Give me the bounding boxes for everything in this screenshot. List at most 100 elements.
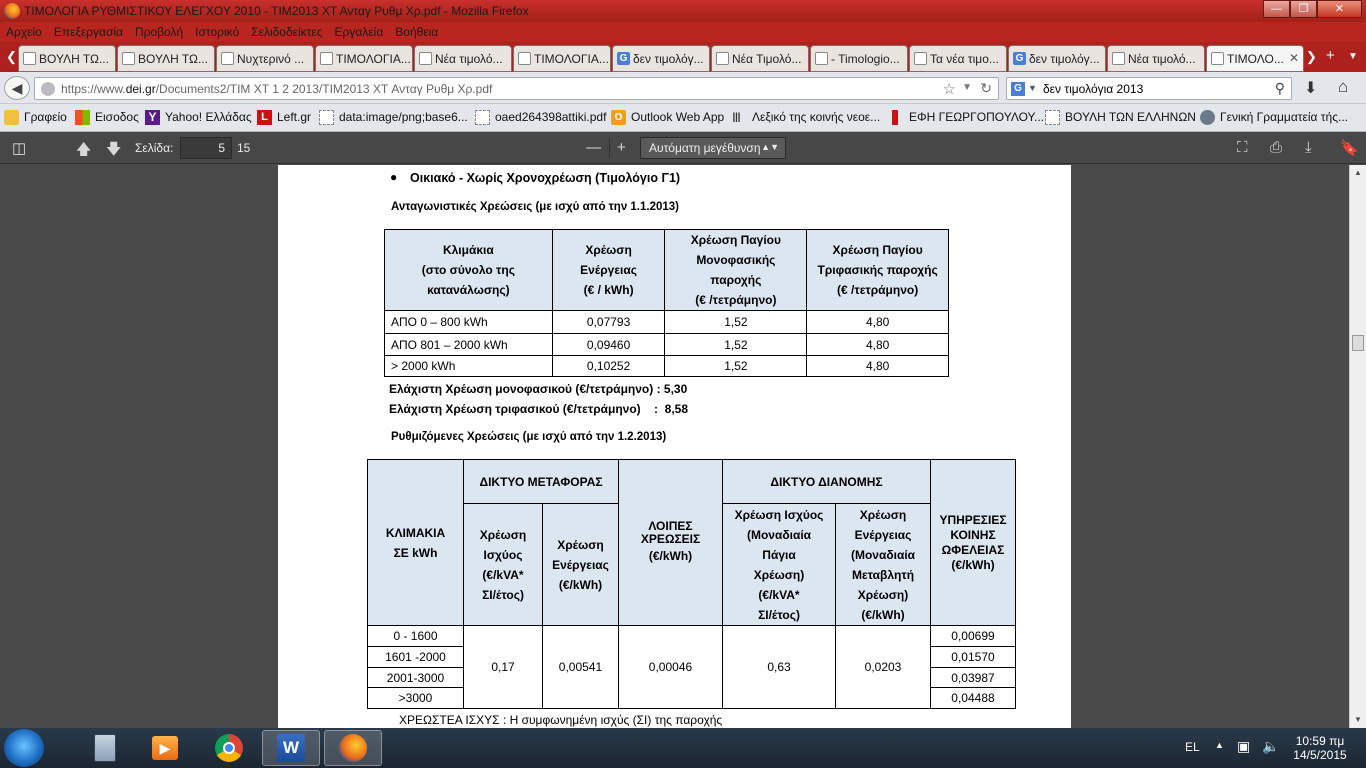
bookmark-item[interactable]: Γενική Γραμματεία τής... <box>1200 110 1348 125</box>
tab[interactable]: ΤΙΜΟΛΟΓΙΑ... <box>513 45 611 72</box>
tab[interactable]: ΒΟΥΛΗ ΤΩ... <box>117 45 215 72</box>
firefox-taskbar-icon[interactable] <box>324 730 382 766</box>
network-icon[interactable]: ▣ <box>1237 738 1250 755</box>
tab-scroll-right-icon[interactable]: ❯ <box>1306 49 1317 65</box>
tab[interactable]: Νέα τιμολό... <box>414 45 512 72</box>
url-bar[interactable]: https://www.dei.gr/Documents2/TIM XT 1 2… <box>34 77 999 100</box>
search-engine-dropdown-icon[interactable]: ▼ <box>1028 83 1037 93</box>
menu-help[interactable]: Βοήθεια <box>389 25 444 39</box>
page-number-input[interactable]: 5 <box>180 137 232 159</box>
tab[interactable]: - Timologio... <box>810 45 908 72</box>
vertical-scrollbar[interactable]: ▲ ▼ <box>1349 165 1366 728</box>
toolbar-separator <box>609 138 610 158</box>
word-icon[interactable]: W <box>262 730 320 766</box>
bookmark-label: Εισοδος <box>95 110 139 124</box>
bookmark-item[interactable]: Γραφείο <box>4 110 67 125</box>
volume-icon[interactable]: 🔈 <box>1262 738 1279 755</box>
bookmark-item[interactable]: Εισοδος <box>75 110 139 125</box>
chrome-icon[interactable] <box>200 730 258 766</box>
reload-icon[interactable]: ↻ <box>980 80 992 97</box>
download-icon[interactable]: ⤓ <box>1305 139 1312 156</box>
menu-tools[interactable]: Εργαλεία <box>329 25 390 39</box>
menu-file[interactable]: Αρχείο <box>0 25 48 39</box>
history-dropdown-icon[interactable]: ▼ <box>962 82 972 93</box>
zoom-in-icon[interactable]: + <box>617 139 626 156</box>
page-icon <box>319 110 334 125</box>
header-cell: ΥΠΗΡΕΣΙΕΣ ΚΟΙΝΗΣ ΩΦΕΛΕΙΑΣ (€/kWh) <box>930 459 1016 626</box>
section-competitive-title: Ανταγωνιστικές Χρεώσεις (με ισχύ από την… <box>391 201 680 213</box>
page-icon <box>716 52 729 65</box>
table-cell: 0,03987 <box>930 667 1016 688</box>
menu-history[interactable]: Ιστορικό <box>189 25 245 39</box>
close-button[interactable]: ✕ <box>1317 0 1362 18</box>
search-icon[interactable]: ⚲ <box>1275 80 1285 97</box>
show-hidden-icons[interactable]: ▲ <box>1215 740 1224 750</box>
page-icon <box>1112 52 1125 65</box>
back-button[interactable]: ◀ <box>4 76 30 100</box>
table-cell: 0,00046 <box>618 625 723 709</box>
language-indicator[interactable]: EL <box>1185 740 1200 754</box>
home-icon[interactable]: ⌂ <box>1338 77 1348 97</box>
competitive-charges-table: Κλιμάκια (στο σύνολο της κατανάλωσης) Χρέω… <box>384 229 949 377</box>
site-identity-icon[interactable] <box>41 82 55 96</box>
folder-icon <box>4 110 19 125</box>
url-text[interactable]: https://www.dei.gr/Documents2/TIM XT 1 2… <box>61 82 492 96</box>
tab-label: Νέα Τιμολό... <box>732 52 802 66</box>
clock[interactable]: 10:59 πμ 14/5/2015 <box>1285 734 1355 762</box>
start-button[interactable] <box>4 729 44 767</box>
new-tab-icon[interactable]: + <box>1326 47 1335 64</box>
page-icon <box>815 52 828 65</box>
tab[interactable]: Νέα Τιμολό... <box>711 45 809 72</box>
menu-bookmarks[interactable]: Σελιδοδείκτες <box>245 25 328 39</box>
tab[interactable]: Gδεν τιμολόγ... <box>1008 45 1106 72</box>
menu-edit[interactable]: Επεξεργασία <box>48 25 129 39</box>
title-bar: ΤΙΜΟΛΟΓΙΑ ΡΥΘΜΙΣΤΙΚΟΥ ΕΛΕΓΧΟΥ 2010 - ΤΙΜ… <box>0 0 1366 22</box>
header-cell: Χρέωση Ισχύος (€/kVA* ΣΙ/έτος) <box>463 503 543 626</box>
table-cell: 0,17 <box>463 625 543 709</box>
tab-list-icon[interactable]: ▼ <box>1348 51 1358 62</box>
bookmark-item[interactable]: ΒΟΥΛΗ ΤΩΝ ΕΛΛΗΝΩΝ <box>1045 110 1196 125</box>
tab-active[interactable]: ΤΙΜΟΛΟ... ✕ <box>1206 45 1304 72</box>
media-player-icon[interactable]: ▶ <box>136 730 194 766</box>
menu-view[interactable]: Προβολή <box>129 25 189 39</box>
tab-close-icon[interactable]: ✕ <box>1289 51 1299 65</box>
pdf-viewer[interactable]: ● Οικιακό - Χωρίς Χρονοχρέωση (Τιμολόγιο… <box>0 165 1349 728</box>
header-cell: Χρέωση Ενέργειας (€ / kWh) <box>551 229 666 311</box>
fullscreen-icon[interactable]: ⛶ <box>1237 139 1248 156</box>
tab[interactable]: Νέα τιμολό... <box>1107 45 1205 72</box>
bookmark-item[interactable]: Ⅲ Λεξικό της κοινής νεοε... <box>732 110 880 125</box>
bookmark-icon[interactable]: 🔖 <box>1340 139 1359 157</box>
bookmark-item[interactable]: oaed264398attiki.pdf <box>475 110 606 125</box>
header-cell: ΛΟΙΠΕΣ ΧΡΕΩΣΕΙΣ (€/kWh) <box>618 459 723 626</box>
next-page-icon[interactable]: 🡇 <box>106 139 121 164</box>
bookmark-star-icon[interactable]: ☆ <box>943 80 956 98</box>
minimize-button[interactable]: — <box>1263 0 1290 18</box>
bookmark-item[interactable]: L Left.gr <box>257 110 311 125</box>
tab[interactable]: ΤΙΜΟΛΟΓΙΑ... <box>315 45 413 72</box>
sidebar-toggle-icon[interactable]: ◫ <box>12 139 26 157</box>
calculator-icon[interactable] <box>76 730 134 766</box>
bookmark-item[interactable]: data:image/png;base6... <box>319 110 468 125</box>
bookmark-item[interactable]: Y Yahoo! Ελλάδας <box>145 110 252 125</box>
footnote: ΧΡΕΩΣΤΕΑ ΙΣΧΥΣ : Η συμφωνημένη ισχύς (ΣΙ… <box>399 713 723 727</box>
google-icon[interactable]: G <box>1011 82 1025 96</box>
bookmark-item[interactable]: ΕΦΗ ΓΕΩΡΓΟΠΟΥΛΟΥ... <box>889 110 1044 125</box>
zoom-out-icon[interactable]: — <box>586 139 601 156</box>
zoom-select[interactable]: Αυτόματη μεγέθυνση ▲▼ <box>640 137 786 159</box>
maximize-button[interactable]: ❐ <box>1290 0 1317 18</box>
bookmark-item[interactable]: O Outlook Web App <box>611 110 724 125</box>
previous-page-icon[interactable]: 🡅 <box>76 139 91 164</box>
scroll-down-icon[interactable]: ▼ <box>1354 715 1362 724</box>
download-icon[interactable]: ⬇ <box>1304 78 1317 98</box>
search-input[interactable]: δεν τιμολόγια 2013 <box>1043 82 1143 96</box>
tab[interactable]: Gδεν τιμολόγ... <box>612 45 710 72</box>
search-bar[interactable]: G ▼ δεν τιμολόγια 2013 ⚲ <box>1006 77 1292 100</box>
tab[interactable]: Νυχτερινό ... <box>216 45 314 72</box>
scrollbar-thumb[interactable] <box>1352 335 1364 351</box>
tab[interactable]: ΒΟΥΛΗ ΤΩ... <box>18 45 116 72</box>
scroll-up-icon[interactable]: ▲ <box>1354 168 1362 177</box>
tab-scroll-left-icon[interactable]: ❮ <box>6 49 17 65</box>
table-cell: 0,01570 <box>930 646 1016 668</box>
tab[interactable]: Τα νέα τιμο... <box>909 45 1007 72</box>
print-icon[interactable]: ⎙ <box>1270 139 1282 156</box>
